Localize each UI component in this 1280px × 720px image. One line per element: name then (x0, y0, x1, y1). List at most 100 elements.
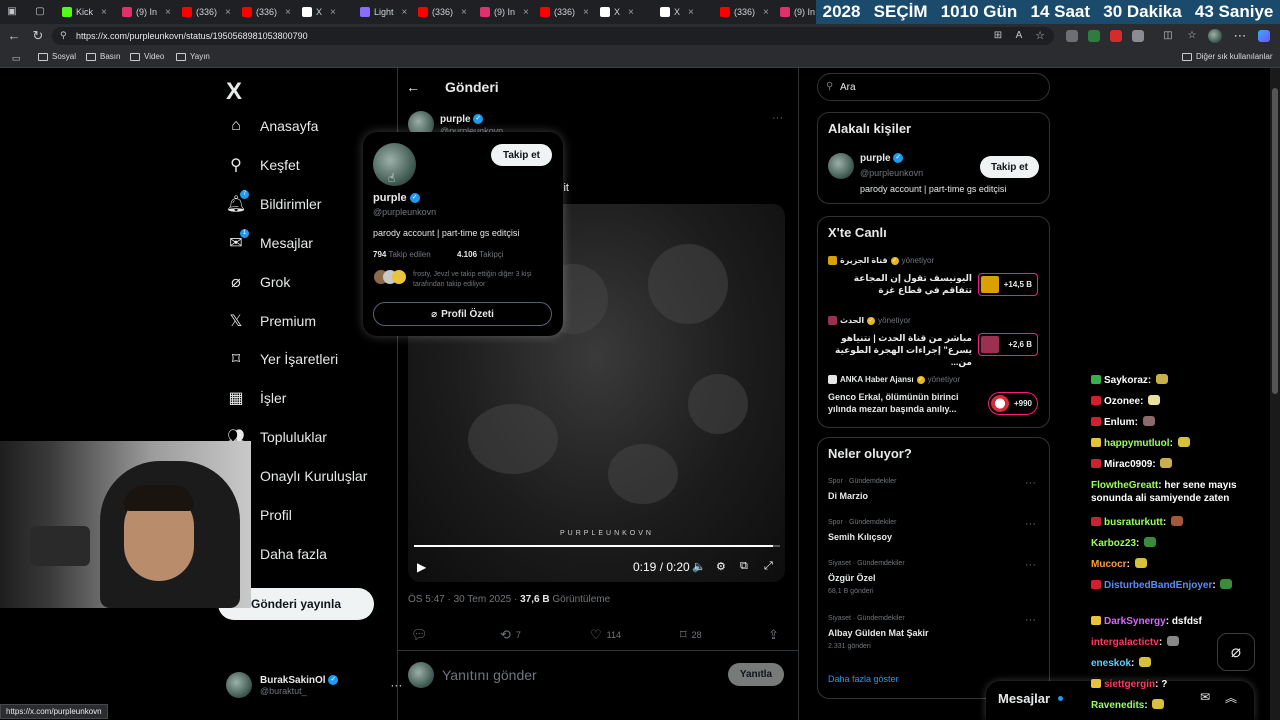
tab-close-icon[interactable]: × (165, 7, 171, 18)
copilot-icon[interactable] (1258, 30, 1270, 42)
browser-tab[interactable]: (336) × (414, 3, 471, 21)
tab-close-icon[interactable]: × (225, 7, 231, 18)
trend-more-icon[interactable]: ··· (1025, 477, 1036, 489)
browser-tab[interactable]: X × (298, 3, 340, 21)
favorites-icon[interactable]: ☆ (1184, 28, 1200, 44)
extension-icon[interactable] (1110, 30, 1122, 42)
volume-icon[interactable]: 🔈 (692, 560, 706, 573)
hovercard-name-row[interactable]: purple ✓ (373, 192, 420, 204)
site-info-icon[interactable]: ⚲ (60, 30, 67, 41)
back-icon[interactable]: ← (6, 28, 22, 44)
search-input[interactable]: ⚲ Ara (817, 73, 1050, 101)
trend-item[interactable]: Özgür Özel (828, 573, 876, 583)
trend-more-icon[interactable]: ··· (1025, 614, 1036, 626)
install-app-icon[interactable]: ⊞ (990, 28, 1006, 44)
related-avatar[interactable] (828, 153, 854, 179)
bookmark-action[interactable]: ⌑ 28 (680, 627, 702, 643)
bookmark-folder[interactable]: Video (130, 52, 164, 61)
tab-close-icon[interactable]: × (688, 7, 694, 18)
live-title[interactable]: مباشر من قناة الحدث | نتنياهو يسرع" إجرا… (828, 332, 972, 368)
live-listeners-pill[interactable]: +2,6 B (978, 333, 1038, 356)
extension-icon[interactable] (1066, 30, 1078, 42)
tab-close-icon[interactable]: × (101, 7, 107, 18)
x-logo[interactable]: X (226, 78, 242, 106)
post-more-icon[interactable]: ··· (772, 112, 783, 124)
play-icon[interactable]: ▶ (417, 560, 426, 574)
live-source[interactable]: ANKA Haber Ajansı ✓ yönetiyor (828, 375, 960, 384)
workspace-icon[interactable]: ▣ (4, 4, 20, 20)
scrollbar-thumb[interactable] (1272, 88, 1278, 394)
live-source[interactable]: قناة الجزيرة ✓ yönetiyor (828, 256, 934, 265)
browser-tab[interactable]: (9) In × (476, 3, 533, 21)
hovercard-handle[interactable]: @purpleunkovn (373, 207, 436, 217)
tab-close-icon[interactable]: × (523, 7, 529, 18)
browser-tab[interactable]: X × (656, 3, 698, 21)
tab-actions-icon[interactable]: ▢ (32, 4, 48, 20)
url-input[interactable]: ⚲ https://x.com/purpleunkovn/status/1950… (52, 27, 1054, 45)
bookmark-folder[interactable]: Basın (86, 52, 120, 61)
trend-item[interactable]: Semih Kılıçsoy (828, 532, 892, 542)
browser-tab[interactable]: Kick × (58, 3, 111, 21)
browser-tab[interactable]: (336) × (536, 3, 593, 21)
other-bookmarks[interactable]: Diğer sık kullanılanlar (1182, 52, 1272, 61)
sidebar-item-grok[interactable]: ⌀ Grok (226, 272, 290, 292)
bookmark-folder[interactable]: Yayın (176, 52, 210, 61)
live-title[interactable]: Genco Erkal, ölümünün birinci yılında me… (828, 391, 972, 415)
sidebar-item-bildirimler[interactable]: 🔔︎ 7 Bildirimler (226, 189, 321, 214)
split-screen-icon[interactable]: ◫ (1160, 28, 1176, 44)
hovercard-followed-by[interactable]: frosty, Jevzl ve takip ettiğin diğer 3 k… (413, 270, 555, 290)
repost-action[interactable]: ⟲ 7 (500, 627, 521, 643)
browser-tab[interactable]: (336) × (716, 3, 773, 21)
hovercard-follow-button[interactable]: Takip et (491, 144, 552, 166)
profile-summary-button[interactable]: ⌀ Profil Özeti (373, 302, 552, 326)
show-more-link[interactable]: Daha fazla göster (828, 674, 899, 684)
tab-close-icon[interactable]: × (628, 7, 634, 18)
favorite-star-icon[interactable]: ☆ (1032, 28, 1048, 44)
bookmark-folder[interactable]: Sosyal (38, 52, 76, 61)
picture-in-picture-icon[interactable]: ⧉ (740, 560, 748, 573)
related-name-row[interactable]: purple ✓ (860, 153, 904, 164)
live-listeners-pill[interactable]: +14,5 B (978, 273, 1038, 296)
tab-close-icon[interactable]: × (583, 7, 589, 18)
sidebar-item-anasayfa[interactable]: ⌂ Anasayfa (226, 116, 318, 136)
browser-profile-avatar[interactable] (1208, 29, 1222, 43)
hovercard-following[interactable]: 794 Takip edilen (373, 250, 431, 259)
reply-input[interactable]: Yanıtını gönder (442, 667, 537, 683)
live-listeners-pill[interactable]: +990 (988, 392, 1038, 415)
reply-action[interactable]: 💬︎ (411, 627, 433, 643)
hovercard-followers[interactable]: 4.106 Takipçi (457, 250, 504, 259)
tab-close-icon[interactable]: × (402, 7, 408, 18)
trend-more-icon[interactable]: ··· (1025, 559, 1036, 571)
reply-button[interactable]: Yanıtla (728, 663, 784, 686)
settings-gear-icon[interactable]: ⚙ (716, 560, 726, 573)
trend-item[interactable]: Di Marzio (828, 491, 868, 501)
browser-menu-icon[interactable]: ⋯ (1232, 28, 1248, 44)
read-aloud-icon[interactable]: A (1011, 28, 1027, 44)
trend-item[interactable]: Albay Gülden Mat Şakir (828, 628, 929, 638)
share-action[interactable]: ⇪ (768, 627, 779, 643)
fullscreen-icon[interactable]: ⤢ (764, 560, 773, 573)
sidebar-item-premium[interactable]: 𝕏 Premium (226, 311, 316, 331)
post-author[interactable]: purple ✓ (440, 114, 484, 125)
live-source[interactable]: الحدث ✓ yönetiyor (828, 316, 911, 325)
account-switcher[interactable]: BurakSakinOl ✓ @buraktut_ ··· (226, 672, 402, 698)
browser-tab[interactable]: Light × (356, 3, 411, 21)
extension-icon[interactable] (1088, 30, 1100, 42)
post-timestamp[interactable]: ÖS 5:47 · 30 Tem 2025 · (408, 594, 517, 605)
related-follow-button[interactable]: Takip et (980, 156, 1039, 178)
back-arrow-icon[interactable]: ← (406, 79, 420, 95)
tab-close-icon[interactable]: × (285, 7, 291, 18)
sidebar-item-mesajlar[interactable]: ✉ 1 Mesajlar (226, 228, 313, 253)
browser-tab[interactable]: (336) × (238, 3, 295, 21)
reload-icon[interactable]: ↻ (30, 28, 46, 44)
bookmarks-icon[interactable]: ▭ (8, 50, 24, 66)
sidebar-item-i-şler[interactable]: ▦ İşler (226, 388, 286, 408)
sidebar-item-keşfet[interactable]: ⚲ Keşfet (226, 155, 300, 175)
trend-more-icon[interactable]: ··· (1025, 518, 1036, 530)
tab-close-icon[interactable]: × (763, 7, 769, 18)
sidebar-item-yer-i-şaretleri[interactable]: ⌑ Yer İşaretleri (226, 349, 338, 369)
tab-close-icon[interactable]: × (330, 7, 336, 18)
like-action[interactable]: ♡ 114 (590, 627, 621, 643)
extension-icon[interactable] (1132, 30, 1144, 42)
browser-tab[interactable]: (9) In × (118, 3, 175, 21)
